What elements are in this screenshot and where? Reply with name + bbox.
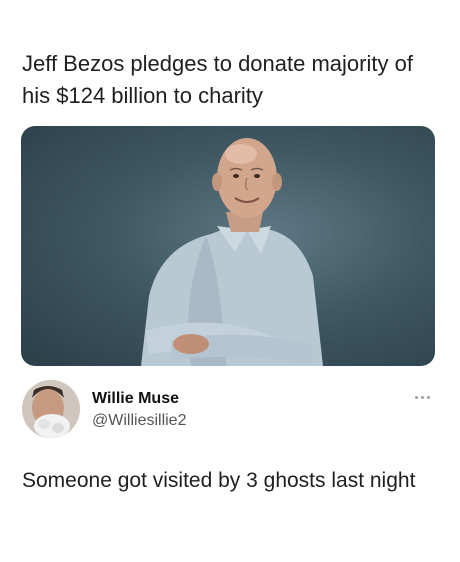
portrait-illustration — [141, 138, 323, 366]
tweet-card[interactable]: Willie Muse @Williesillie2 — [20, 378, 440, 438]
avatar[interactable] — [22, 380, 80, 438]
tweet-text: Someone got visited by 3 ghosts last nig… — [22, 469, 416, 492]
dot — [426, 395, 430, 399]
portrait-photo[interactable] — [21, 126, 435, 366]
dot — [414, 395, 418, 399]
author-handle[interactable]: @Williesillie2 — [92, 412, 186, 430]
avatar-image — [22, 380, 80, 438]
more-horizontal-icon[interactable] — [412, 392, 432, 402]
dot — [420, 395, 424, 399]
headline-text: Jeff Bezos pledges to donate majority of… — [22, 51, 413, 108]
author-name[interactable]: Willie Muse — [92, 390, 179, 408]
